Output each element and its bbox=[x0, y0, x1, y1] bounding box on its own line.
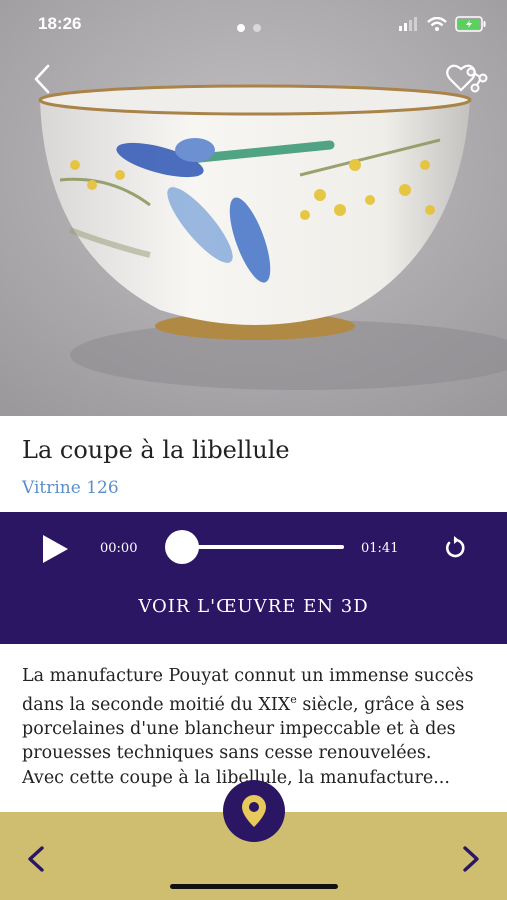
artwork-location[interactable]: Vitrine 126 bbox=[22, 478, 119, 498]
progress-track[interactable] bbox=[182, 545, 344, 549]
status-bar: 18:26 bbox=[0, 0, 507, 50]
replay-icon bbox=[445, 536, 465, 558]
wifi-icon bbox=[427, 17, 447, 31]
artwork-header: La coupe à la libellule Vitrine 126 bbox=[0, 416, 507, 512]
artwork-description: La manufacture Pouyat connut un immense … bbox=[22, 664, 492, 790]
home-indicator bbox=[170, 884, 338, 889]
next-artwork-button[interactable] bbox=[457, 844, 485, 874]
current-time: 00:00 bbox=[100, 541, 138, 556]
chevron-right-icon bbox=[463, 846, 479, 872]
heart-share-icon bbox=[446, 64, 488, 93]
previous-artwork-button[interactable] bbox=[22, 844, 50, 874]
chevron-left-icon bbox=[28, 846, 44, 872]
back-button[interactable] bbox=[28, 62, 58, 96]
chevron-left-icon bbox=[34, 64, 50, 94]
signal-icon bbox=[399, 17, 417, 31]
system-icons bbox=[399, 16, 487, 32]
share-favorite-button[interactable] bbox=[445, 60, 489, 96]
play-button[interactable] bbox=[38, 532, 72, 566]
location-pin-icon bbox=[242, 795, 266, 827]
battery-icon bbox=[455, 16, 486, 32]
artwork-image bbox=[0, 0, 507, 416]
location-button[interactable] bbox=[223, 780, 285, 842]
total-time: 01:41 bbox=[361, 541, 399, 556]
page-indicator bbox=[237, 17, 269, 36]
progress-slider[interactable] bbox=[165, 530, 199, 564]
audio-player: 00:00 01:41 VOIR L'ŒUVRE EN 3D bbox=[0, 512, 507, 644]
artwork-title: La coupe à la libellule bbox=[22, 436, 290, 464]
play-icon bbox=[43, 535, 68, 563]
view-3d-button[interactable]: VOIR L'ŒUVRE EN 3D bbox=[0, 596, 507, 617]
replay-button[interactable] bbox=[440, 533, 470, 563]
status-time: 18:26 bbox=[38, 14, 82, 33]
